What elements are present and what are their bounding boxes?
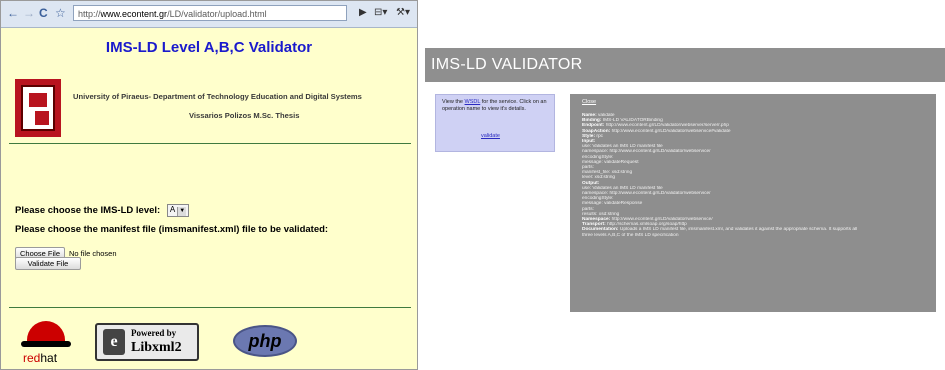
libxml-name-text: Libxml2 [131,340,182,355]
libxml-powered-text: Powered by [131,328,177,338]
university-name: University of Piraeus- Department of Tec… [73,92,362,101]
redhat-red-text: red [23,351,41,365]
php-logo: php [233,325,297,357]
detail-value: three levels A,B,C of the IMS LD specifi… [582,232,679,238]
tools-menu-icon[interactable]: ⚒▾ [396,7,410,18]
operations-panel: View the WSDL for the service. Click on … [435,94,555,152]
url-prefix: http:// [78,9,101,19]
validate-operation-link[interactable]: validate [481,133,500,140]
back-icon[interactable]: ← [7,6,19,20]
operation-details-list: Name: validate Binding: IMS-LD VALIDATORB… [582,113,928,238]
reload-icon[interactable]: C [39,6,48,20]
redhat-logo: redhat [21,317,77,367]
validator-upload-page: ← → C ☆ http://www.econtent.gr/LD/valida… [0,0,418,370]
divider [9,143,411,144]
level-row: Please choose the IMS-LD level: A ▼ [15,204,190,217]
address-bar[interactable]: http://www.econtent.gr/LD/validator/uplo… [73,5,347,21]
validate-file-button[interactable]: Validate File [15,257,81,270]
close-link[interactable]: Close [582,99,596,105]
service-header: IMS-LD VALIDATOR [425,48,945,82]
libxml-icon: e [103,329,125,355]
author-line: Vissarios Polizos M.Sc. Thesis [189,111,300,120]
university-logo [15,79,61,137]
wsdl-link[interactable]: WSDL [465,99,481,105]
url-host: www.econtent.gr [100,9,168,19]
info-prefix: View the [442,99,465,105]
service-title: IMS-LD VALIDATOR [431,56,583,73]
divider [9,307,411,308]
validator-service-page: IMS-LD VALIDATOR View the WSDL for the s… [425,0,945,370]
libxml2-badge: e Powered by Libxml2 [95,323,199,361]
operation-details-panel: Close Name: validate Binding: IMS-LD VALI… [570,94,936,312]
browser-toolbar: ← → C ☆ http://www.econtent.gr/LD/valida… [1,1,417,28]
level-select-value: A [169,205,176,214]
detail-value: http://www.econtent.gr/LD/validator/webs… [610,128,731,134]
level-select[interactable]: A ▼ [166,204,190,217]
play-icon[interactable]: ▶ [359,7,367,18]
detail-value: rpc [595,133,604,139]
page-menu-icon[interactable]: ⊟▾ [374,7,387,18]
redhat-hat-text: hat [40,351,58,365]
url-path: /LD/validator/upload.html [167,9,267,19]
level-label: Please choose the IMS-LD level: [15,205,161,217]
detail-line: three levels A,B,C of the IMS LD specifi… [582,233,928,238]
forward-icon[interactable]: → [23,6,35,20]
bookmark-star-icon[interactable]: ☆ [55,6,66,20]
page-title: IMS-LD Level A,B,C Validator [105,39,313,56]
chevron-down-icon: ▼ [177,207,187,216]
file-label: Please choose the manifest file (imsmani… [15,224,329,235]
